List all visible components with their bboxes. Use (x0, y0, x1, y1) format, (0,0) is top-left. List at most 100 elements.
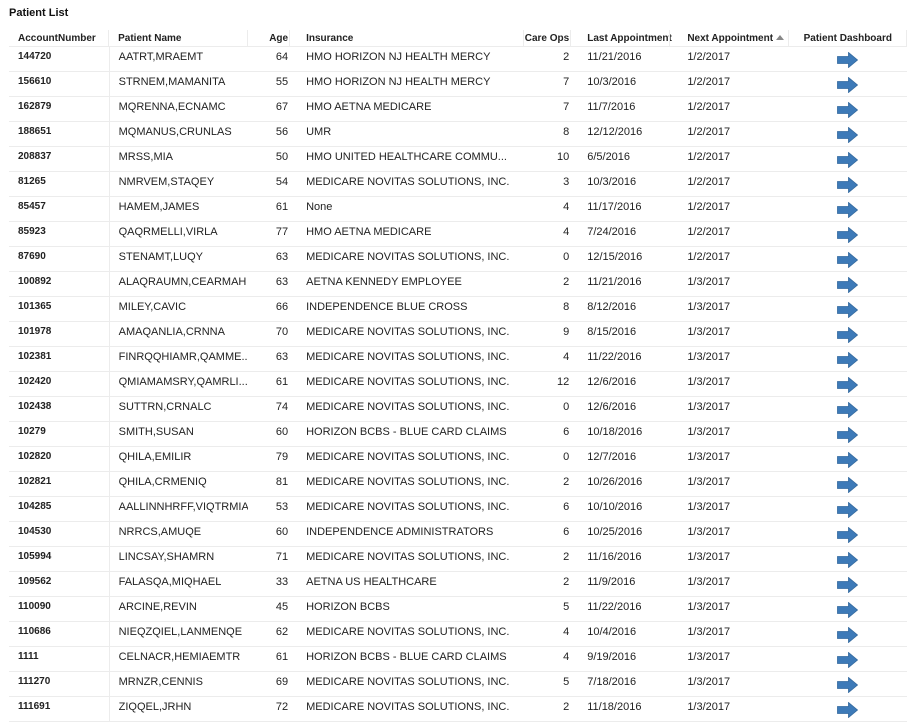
patient-name: NIEQZQIEL,LANMENQE (118, 626, 243, 638)
open-patient-dashboard-button[interactable] (837, 527, 859, 543)
table-row[interactable]: 104285 AALLINNHRFF,VIQTRMIA 53 MEDICARE … (9, 496, 907, 522)
column-header-insurance[interactable]: Insurance (290, 30, 524, 47)
sort-ascending-icon[interactable] (776, 34, 785, 40)
table-row[interactable]: 81265 NMRVEM,STAQEY 54 MEDICARE NOVITAS … (9, 171, 907, 197)
open-patient-dashboard-button[interactable] (837, 502, 859, 518)
open-patient-dashboard-button[interactable] (837, 202, 859, 218)
patient-name: AMAQANLIA,CRNNA (118, 326, 225, 338)
table-row[interactable]: 110090 ARCINE,REVIN 45 HORIZON BCBS 5 11… (9, 596, 907, 622)
open-patient-dashboard-button[interactable] (837, 227, 859, 243)
care-ops: 9 (563, 326, 570, 338)
table-row[interactable]: 110686 NIEQZQIEL,LANMENQE 62 MEDICARE NO… (9, 621, 907, 647)
table-row[interactable]: 87690 STENAMT,LUQY 63 MEDICARE NOVITAS S… (9, 246, 907, 272)
table-row[interactable]: 144720 AATRT,MRAEMT 64 HMO HORIZON NJ HE… (9, 46, 907, 72)
insurance: MEDICARE NOVITAS SOLUTIONS, INC. (306, 551, 510, 563)
next-appointment-cell: 1/2/2017 (670, 96, 789, 122)
column-header-age[interactable]: Age (247, 30, 291, 47)
age: 74 (275, 401, 289, 413)
next-appointment: 1/3/2017 (687, 351, 731, 363)
column-header-last-appointment[interactable]: Last Appointment (571, 30, 672, 47)
table-row[interactable]: 102820 QHILA,EMILIR 79 MEDICARE NOVITAS … (9, 446, 907, 472)
account-number-cell: 10279 (9, 421, 110, 447)
table-row[interactable]: 102381 FINRQQHIAMR,QAMME... 63 MEDICARE … (9, 346, 907, 372)
next-appointment: 1/3/2017 (687, 501, 731, 513)
patient-dashboard-cell (788, 696, 907, 722)
care-ops-cell: 2 (523, 46, 572, 72)
table-row[interactable]: 109562 FALASQA,MIQHAEL 33 AETNA US HEALT… (9, 571, 907, 597)
patient-dashboard-cell (788, 221, 907, 247)
last-appointment: 7/24/2016 (587, 226, 637, 238)
open-patient-dashboard-button[interactable] (837, 627, 859, 643)
table-row[interactable]: 104530 NRRCS,AMUQE 60 INDEPENDENCE ADMIN… (9, 521, 907, 547)
open-patient-dashboard-button[interactable] (837, 277, 859, 293)
age-cell: 55 (247, 71, 291, 97)
table-row[interactable]: 10279 SMITH,SUSAN 60 HORIZON BCBS - BLUE… (9, 421, 907, 447)
open-patient-dashboard-button[interactable] (837, 577, 859, 593)
last-appointment-cell: 12/12/2016 (571, 121, 671, 147)
account-number-cell: 156610 (9, 71, 110, 97)
patient-name: HAMEM,JAMES (118, 201, 200, 213)
care-ops: 4 (563, 201, 570, 213)
open-patient-dashboard-button[interactable] (837, 352, 859, 368)
arrow-right-icon (837, 377, 859, 393)
open-patient-dashboard-button[interactable] (837, 177, 859, 193)
last-appointment: 10/10/2016 (587, 501, 643, 513)
care-ops: 6 (563, 501, 570, 513)
table-row[interactable]: 102420 QMIAMAMSRY,QAMRLI... 61 MEDICARE … (9, 371, 907, 397)
table-row[interactable]: 208837 MRSS,MIA 50 HMO UNITED HEALTHCARE… (9, 146, 907, 172)
age: 56 (275, 126, 289, 138)
table-row[interactable]: 1111 CELNACR,HEMIAEMTR 61 HORIZON BCBS -… (9, 646, 907, 672)
table-row[interactable]: 188651 MQMANUS,CRUNLAS 56 UMR 8 12/12/20… (9, 121, 907, 147)
patient-dashboard-cell (788, 171, 907, 197)
table-row[interactable]: 101365 MILEY,CAVIC 66 INDEPENDENCE BLUE … (9, 296, 907, 322)
table-row[interactable]: 100892 ALAQRAUMN,CEARMAH 63 AETNA KENNED… (9, 271, 907, 297)
insurance: MEDICARE NOVITAS SOLUTIONS, INC. (306, 176, 510, 188)
column-header-care-ops[interactable]: Care Ops (523, 30, 572, 47)
table-row[interactable]: 162879 MQRENNA,ECNAMC 67 HMO AETNA MEDIC… (9, 96, 907, 122)
open-patient-dashboard-button[interactable] (837, 702, 859, 718)
open-patient-dashboard-button[interactable] (837, 652, 859, 668)
column-header-account-number[interactable]: AccountNumber (9, 30, 110, 47)
table-row[interactable]: 85923 QAQRMELLI,VIRLA 77 HMO AETNA MEDIC… (9, 221, 907, 247)
open-patient-dashboard-button[interactable] (837, 302, 859, 318)
table-row[interactable]: 111270 MRNZR,CENNIS 69 MEDICARE NOVITAS … (9, 671, 907, 697)
open-patient-dashboard-button[interactable] (837, 477, 859, 493)
last-appointment-cell: 7/24/2016 (571, 221, 671, 247)
open-patient-dashboard-button[interactable] (837, 102, 859, 118)
table-row[interactable]: 105994 LINCSAY,SHAMRN 71 MEDICARE NOVITA… (9, 546, 907, 572)
table-row[interactable]: 85457 HAMEM,JAMES 61 None 4 11/17/2016 1… (9, 196, 907, 222)
table-row[interactable]: 102438 SUTTRN,CRNALC 74 MEDICARE NOVITAS… (9, 396, 907, 422)
last-appointment-cell: 11/16/2016 (571, 546, 671, 572)
open-patient-dashboard-button[interactable] (837, 152, 859, 168)
table-row[interactable]: 102821 QHILA,CRMENIQ 81 MEDICARE NOVITAS… (9, 471, 907, 497)
open-patient-dashboard-button[interactable] (837, 52, 859, 68)
care-ops: 0 (563, 251, 570, 263)
age-cell: 63 (247, 346, 291, 372)
open-patient-dashboard-button[interactable] (837, 127, 859, 143)
insurance-cell: MEDICARE NOVITAS SOLUTIONS, INC. (290, 396, 524, 422)
open-patient-dashboard-button[interactable] (837, 427, 859, 443)
open-patient-dashboard-button[interactable] (837, 402, 859, 418)
open-patient-dashboard-button[interactable] (837, 452, 859, 468)
age: 50 (275, 151, 289, 163)
open-patient-dashboard-button[interactable] (837, 552, 859, 568)
column-header-patient-name[interactable]: Patient Name (109, 30, 248, 47)
open-patient-dashboard-button[interactable] (837, 327, 859, 343)
open-patient-dashboard-button[interactable] (837, 602, 859, 618)
account-number-cell: 188651 (9, 121, 110, 147)
arrow-right-icon (837, 402, 859, 418)
open-patient-dashboard-button[interactable] (837, 252, 859, 268)
arrow-right-icon (837, 502, 859, 518)
patient-dashboard-cell (788, 271, 907, 297)
table-row[interactable]: 111691 ZIQQEL,JRHN 72 MEDICARE NOVITAS S… (9, 696, 907, 722)
table-row[interactable]: 156610 STRNEM,MAMANITA 55 HMO HORIZON NJ… (9, 71, 907, 97)
open-patient-dashboard-button[interactable] (837, 677, 859, 693)
age: 79 (275, 451, 289, 463)
open-patient-dashboard-button[interactable] (837, 377, 859, 393)
patient-name: FINRQQHIAMR,QAMME... (118, 351, 248, 363)
insurance-cell: MEDICARE NOVITAS SOLUTIONS, INC. (290, 496, 524, 522)
table-row[interactable]: 101978 AMAQANLIA,CRNNA 70 MEDICARE NOVIT… (9, 321, 907, 347)
account-number: 110090 (18, 601, 51, 612)
open-patient-dashboard-button[interactable] (837, 77, 859, 93)
column-header-next-appointment[interactable]: Next Appointment (670, 30, 789, 47)
